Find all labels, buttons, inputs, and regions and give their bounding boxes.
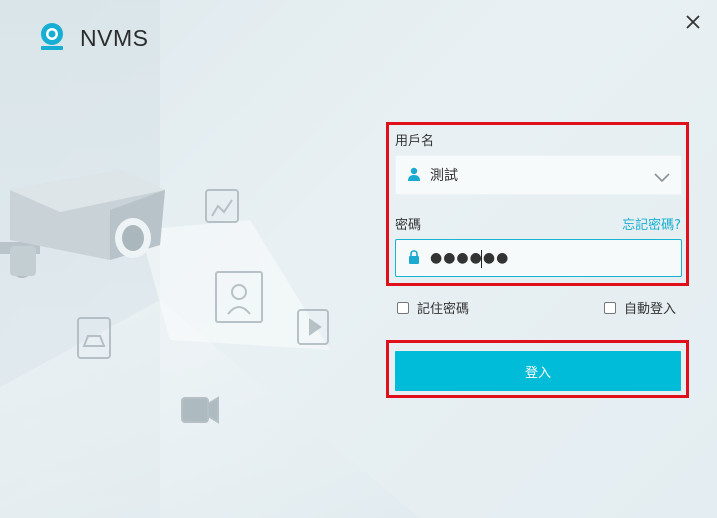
remember-password-label: 記住密碼	[417, 302, 470, 317]
remember-password-checkbox[interactable]	[397, 301, 409, 314]
remember-password-option[interactable]: 記住密碼	[397, 298, 469, 317]
password-label: 密碼	[395, 218, 422, 233]
text-cursor	[481, 250, 482, 268]
app-logo: NVMS	[36, 20, 148, 56]
webcam-icon	[36, 20, 68, 56]
camera-illustration	[0, 170, 330, 424]
close-button[interactable]	[681, 12, 705, 36]
chevron-down-icon[interactable]	[653, 168, 671, 187]
username-dropdown[interactable]: 測試	[395, 155, 682, 195]
auto-login-option[interactable]: 自動登入	[604, 298, 676, 317]
user-icon	[408, 166, 420, 185]
forgot-password-link[interactable]: 忘記密碼?	[622, 214, 681, 233]
auto-login-label: 自動登入	[624, 302, 677, 317]
username-value: 測試	[430, 168, 458, 184]
auto-login-checkbox[interactable]	[604, 301, 616, 314]
login-button[interactable]: 登入	[395, 351, 681, 391]
username-label: 用戶名	[395, 134, 435, 149]
password-field[interactable]: ●●●●●●	[395, 239, 682, 277]
close-icon	[685, 14, 701, 34]
lock-icon	[408, 249, 420, 268]
app-title: NVMS	[80, 24, 149, 51]
password-value: ●●●●●●	[430, 250, 510, 266]
